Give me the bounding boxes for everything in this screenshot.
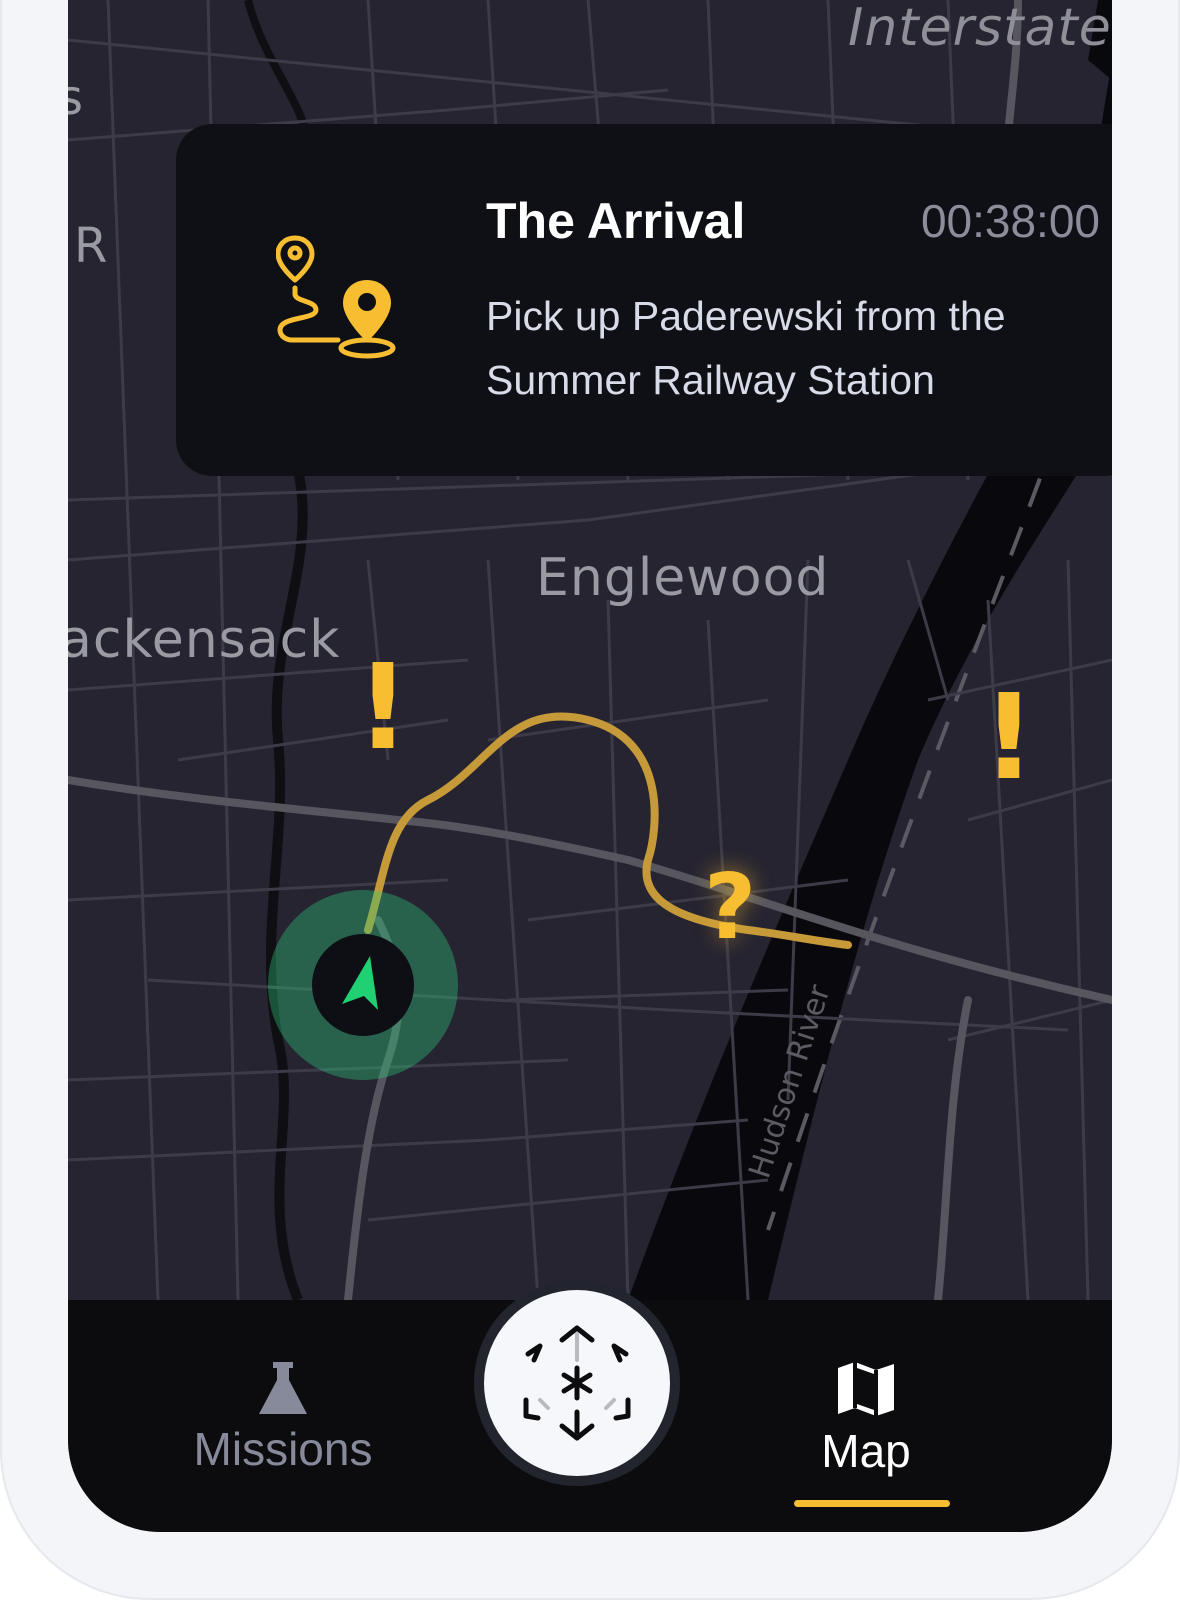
navigation-arrow-icon (342, 956, 378, 1010)
active-tab-indicator (794, 1500, 950, 1507)
app-screen: Hudson River Interstate s R Y Englewood … (68, 0, 1112, 1532)
map-label-interstate: Interstate (848, 0, 1112, 58)
ar-scan-icon (523, 1325, 631, 1441)
quest-marker-exclaim[interactable]: ! (982, 678, 1036, 796)
ar-scan-button[interactable] (474, 1280, 680, 1486)
mission-timer: 00:38:00 (920, 195, 1100, 247)
tab-missions[interactable]: Missions (178, 1360, 388, 1476)
quest-marker-exclaim[interactable]: ! (356, 648, 410, 766)
map-label-edge-s: s (68, 70, 85, 126)
map-label-englewood: Englewood (536, 548, 830, 608)
mission-card[interactable]: The Arrival 00:38:00 Pick up Paderewski … (176, 124, 1112, 476)
map-label-hackensack: ackensack (68, 610, 341, 670)
flask-icon (259, 1362, 307, 1414)
player-location-marker[interactable] (312, 934, 414, 1036)
tab-missions-label: Missions (193, 1423, 373, 1475)
mission-title: The Arrival (486, 193, 746, 249)
tab-map[interactable]: Map (776, 1360, 956, 1478)
tab-map-label: Map (821, 1425, 911, 1477)
map-label-edge-r: R (74, 218, 109, 274)
quest-marker-question[interactable]: ? (704, 858, 756, 958)
map-icon (838, 1362, 894, 1416)
route-pin-icon (275, 232, 406, 362)
mission-description: Pick up Paderewski from the Summer Railw… (486, 293, 1006, 403)
